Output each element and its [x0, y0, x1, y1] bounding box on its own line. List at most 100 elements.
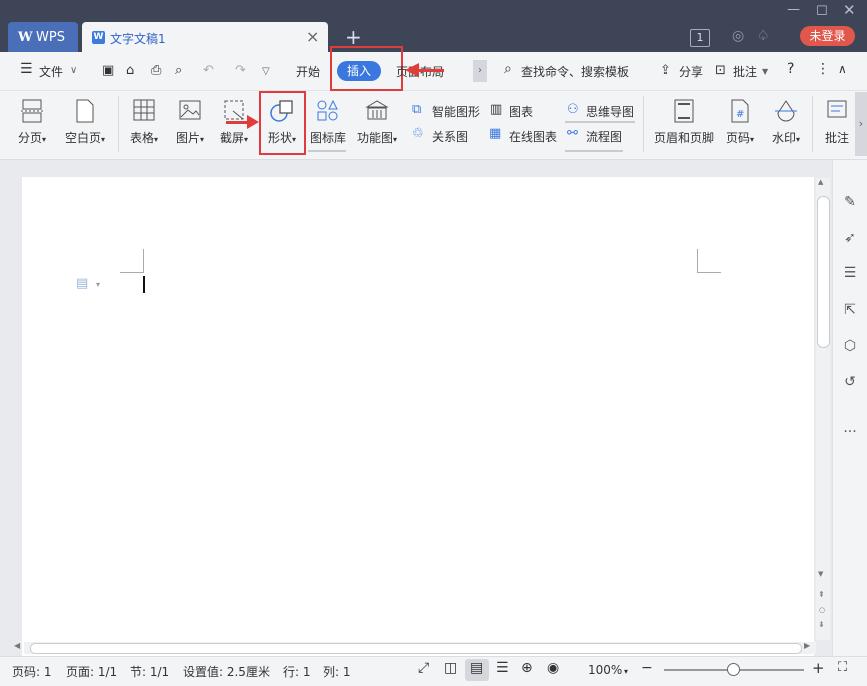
page-break-button[interactable]: 分页▾ — [14, 99, 50, 146]
adjust-sliders-icon[interactable]: ☰ — [840, 263, 860, 283]
share-button[interactable]: 分享 — [679, 63, 703, 80]
undo-icon[interactable]: ↶ — [203, 63, 214, 78]
style-pen-icon[interactable]: ✎ — [840, 192, 860, 212]
select-browse-icon[interactable]: ○ — [819, 606, 825, 614]
paragraph-dropdown-icon[interactable]: ▾ — [96, 280, 100, 289]
picture-label: 图片 — [175, 131, 200, 145]
online-chart-icon: ▦ — [489, 126, 502, 141]
zoom-level[interactable]: 100% — [588, 663, 622, 677]
picture-button[interactable]: 图片▾ — [172, 99, 208, 146]
save-icon[interactable]: ▣ — [102, 63, 114, 78]
tab-start[interactable]: 开始 — [296, 63, 320, 80]
login-button[interactable]: 未登录 — [800, 26, 855, 46]
ribbon-scroll-right-icon[interactable]: › — [855, 92, 867, 156]
collapse-ribbon-icon[interactable]: ∧ — [838, 62, 847, 76]
document-page[interactable] — [22, 177, 814, 657]
wps-home-tab[interactable]: W WPS — [8, 22, 78, 52]
icon-library-icon — [317, 99, 338, 121]
header-footer-button[interactable]: 页眉和页脚 — [652, 99, 716, 146]
mind-map-button[interactable]: 思维导图 — [586, 103, 634, 120]
status-row[interactable]: 行: 1 — [283, 663, 311, 680]
zoom-out-icon[interactable]: − — [641, 660, 653, 676]
zoom-dropdown-icon[interactable]: ▾ — [624, 667, 628, 676]
zoom-slider-thumb[interactable] — [727, 663, 740, 676]
annotation-icon — [827, 100, 847, 118]
online-chart-button[interactable]: 在线图表 — [509, 128, 557, 145]
file-menu[interactable]: 文件 — [39, 63, 63, 80]
scroll-tabs-right-icon[interactable]: › — [473, 60, 487, 82]
watermark-button[interactable]: 水印▾ — [766, 99, 806, 146]
annotation-arrow-line — [416, 69, 444, 72]
web-view-icon[interactable]: ⊕ — [521, 660, 533, 676]
comment-dropdown-icon[interactable]: ▼ — [762, 67, 768, 76]
function-chart-button[interactable]: 功能图▾ — [354, 99, 400, 146]
header-footer-label: 页眉和页脚 — [653, 131, 714, 145]
table-button[interactable]: 表格▾ — [126, 99, 162, 146]
history-icon[interactable]: ↺ — [840, 372, 860, 392]
header-footer-icon — [674, 99, 694, 123]
text-cursor — [143, 276, 145, 293]
page-view-icon[interactable]: ▤ — [470, 660, 483, 676]
share-icon: ⇪ — [660, 63, 671, 78]
status-setting[interactable]: 设置值: 2.5厘米 — [183, 663, 270, 680]
prev-page-icon[interactable]: ⇞ — [818, 590, 825, 599]
vertical-scroll-thumb[interactable] — [817, 196, 830, 348]
status-page-code[interactable]: 页码: 1 — [12, 663, 52, 680]
close-window-icon[interactable]: ✕ — [843, 1, 856, 19]
relation-chart-button[interactable]: 关系图 — [432, 128, 468, 145]
mind-map-icon: ⚇ — [567, 102, 579, 117]
outline-view-icon[interactable]: ☰ — [496, 660, 509, 676]
window-count-badge[interactable]: 1 — [690, 29, 710, 47]
format-painter-icon[interactable]: ⌂ — [126, 63, 134, 78]
zoom-in-icon[interactable]: + — [812, 659, 825, 677]
scroll-down-icon[interactable]: ▼ — [818, 570, 823, 578]
annotation-button[interactable]: 批注 — [820, 99, 854, 146]
maximize-icon[interactable]: ☐ — [816, 4, 828, 19]
scroll-left-icon[interactable]: ◀ — [14, 641, 20, 650]
quick-access-more-icon[interactable]: ▽ — [262, 66, 270, 77]
screenshot-icon — [224, 100, 244, 120]
chart-button[interactable]: 图表 — [509, 103, 533, 120]
skin-shirt-icon[interactable]: ♤ — [757, 28, 770, 44]
more-options-icon[interactable]: ⋮ — [816, 61, 830, 77]
table-label: 表格 — [129, 131, 154, 145]
fullscreen-icon[interactable]: ⤢ — [418, 660, 429, 676]
next-page-icon[interactable]: ⇟ — [818, 620, 825, 629]
more-tools-icon[interactable]: ··· — [840, 422, 860, 442]
fit-window-icon[interactable]: ⛶ — [838, 660, 847, 675]
smart-art-button[interactable]: 智能图形 — [432, 103, 480, 120]
eye-protection-icon[interactable]: ◉ — [547, 660, 559, 676]
redo-icon[interactable]: ↷ — [235, 63, 246, 78]
print-icon[interactable]: ⎙ — [151, 63, 161, 78]
flowchart-button[interactable]: 流程图 — [586, 128, 622, 145]
horizontal-scroll-thumb[interactable] — [30, 643, 802, 654]
help-button[interactable]: ? — [787, 61, 794, 77]
document-tab[interactable]: W 文字文稿1 × — [82, 22, 328, 52]
search-icon: ⌕ — [504, 61, 512, 77]
read-mode-icon[interactable]: ◫ — [444, 660, 457, 676]
margin-corner-tl-h — [120, 272, 144, 273]
search-command-field[interactable]: 查找命令、搜索模板 — [521, 63, 629, 80]
page-number-button[interactable]: # 页码▾ — [722, 99, 758, 146]
chevron-down-icon[interactable]: ∨ — [70, 65, 77, 76]
icon-library-button[interactable]: 图标库 — [308, 99, 348, 146]
select-cursor-icon[interactable]: ➶ — [840, 228, 860, 248]
share-export-icon[interactable]: ⇱ — [840, 300, 860, 320]
scroll-right-icon[interactable]: ▶ — [804, 641, 810, 650]
close-tab-icon[interactable]: × — [306, 27, 319, 46]
cloud-sync-icon[interactable]: ◎ — [732, 28, 744, 44]
status-column[interactable]: 列: 1 — [323, 663, 351, 680]
hamburger-icon[interactable]: ☰ — [20, 61, 33, 77]
highlight-box-insert — [330, 46, 403, 91]
blank-page-button[interactable]: 空白页▾ — [60, 99, 110, 146]
comment-button[interactable]: 批注 — [733, 63, 757, 80]
status-pages[interactable]: 页面: 1/1 — [66, 663, 117, 680]
minimize-icon[interactable]: — — [787, 2, 800, 17]
highlight-box-shape — [259, 91, 306, 155]
print-preview-icon[interactable]: ⌕ — [175, 63, 182, 78]
status-section[interactable]: 节: 1/1 — [130, 663, 169, 680]
backup-shield-icon[interactable]: ⬡ — [840, 336, 860, 356]
scroll-up-icon[interactable]: ▲ — [818, 178, 823, 186]
paragraph-layout-icon[interactable]: ▤ — [76, 276, 88, 291]
svg-text:#: # — [736, 109, 744, 120]
